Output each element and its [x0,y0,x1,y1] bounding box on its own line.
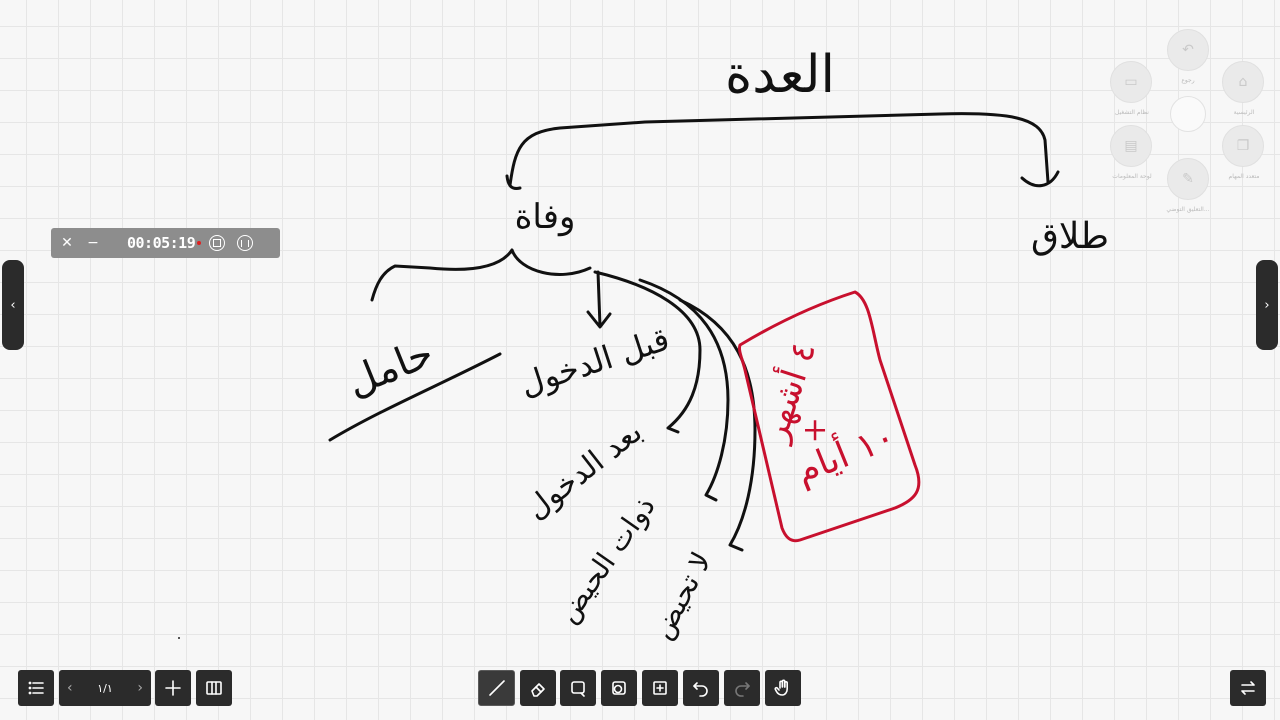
label-death: وفاة [515,197,576,237]
chevron-left-icon: ‹ [10,297,16,313]
label-divorce: طلاق [1031,216,1109,257]
ink-branch-non-menstruating [678,298,757,552]
floating-item-back-label: رجوع [1181,77,1195,84]
annotate-icon[interactable]: ✎ [1167,158,1209,200]
home-icon[interactable]: ⌂ [1222,61,1264,103]
screen-recorder-bar[interactable]: ✕ − 00:05:19 [51,228,280,258]
insert-icon [653,681,667,695]
lasso-icon [571,681,585,697]
ink-top-bracket [505,112,1060,190]
insert-tool-button[interactable] [642,670,678,706]
system-icon[interactable]: ▭ [1110,61,1152,103]
floating-item-multitask-label: متعدد المهام [1228,173,1260,180]
recording-indicator [197,241,202,245]
title-iddah: العدة [725,45,835,105]
page-overview-icon [206,681,222,695]
close-icon[interactable]: ✕ [55,231,79,255]
back-icon[interactable]: ↶ [1167,29,1209,71]
add-page-icon [165,680,181,696]
prev-page-icon[interactable]: ‹ [67,680,73,696]
redo-icon [735,682,750,697]
gesture-icon [774,679,788,696]
menu-icon [28,681,44,695]
dashboard-icon[interactable]: ▤ [1110,125,1152,167]
page-navigator[interactable]: ‹ ١/١ › [59,670,151,706]
page-overview-button[interactable] [196,670,232,706]
undo-button[interactable] [683,670,719,706]
label-menstruating: ذوات الحيض [551,490,662,629]
page-indicator: ١/١ [97,681,113,695]
label-before-entry: قبل الدخول [515,320,674,404]
label-pregnant: حامل [340,330,439,406]
floating-item-home-label: الرئيسية [1233,109,1255,116]
minimize-icon[interactable]: − [81,231,105,255]
floating-item-annotate-label: التعليق التوضي... [1166,206,1210,213]
pen-icon [488,680,505,696]
right-panel-toggle[interactable]: › [1256,260,1278,350]
undo-icon [693,682,708,697]
pen-tool-button[interactable] [478,670,515,706]
whiteboard-canvas[interactable]: العدة وفاة طلاق حامل قبل الدخول بعد الدخ… [0,0,1280,720]
switch-icon [1241,681,1255,695]
add-page-button[interactable] [155,670,191,706]
redo-button[interactable] [724,670,760,706]
ink-death-bracket [370,248,592,302]
label-non-menstruating: لا تحيض [645,547,718,645]
ink-arrow-before [586,270,612,329]
stray-dot [178,637,180,639]
eraser-tool-button[interactable] [520,670,556,706]
floating-menu-center[interactable] [1170,96,1206,132]
switch-toolbar-button[interactable] [1230,670,1266,706]
next-page-icon[interactable]: › [137,680,143,696]
shapes-tool-button[interactable] [601,670,637,706]
lasso-tool-button[interactable] [560,670,596,706]
gesture-tool-button[interactable] [765,670,801,706]
floating-item-dashboard-label: لوحة المعلومات [1112,173,1152,180]
left-panel-toggle[interactable]: ‹ [2,260,24,350]
pause-icon[interactable] [237,235,254,251]
floating-item-system-label: نظام التشغيل [1115,109,1149,116]
chevron-right-icon: › [1264,297,1270,313]
eraser-icon [531,683,545,697]
recording-timer: 00:05:19 [127,234,196,252]
menu-button[interactable] [18,670,54,706]
multitask-icon[interactable]: ❐ [1222,125,1264,167]
stop-icon[interactable] [209,235,226,251]
shapes-icon [612,681,626,695]
